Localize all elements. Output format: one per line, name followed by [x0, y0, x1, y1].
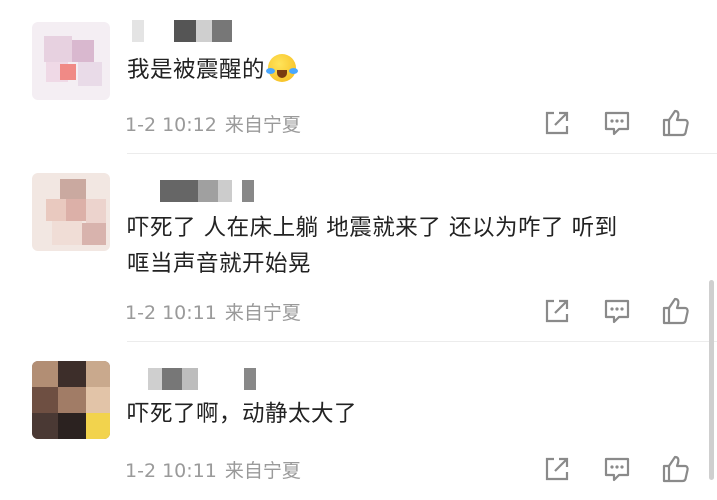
- comment-meta: 1-2 10:12 来自宁夏: [125, 110, 301, 137]
- divider: [127, 341, 717, 342]
- avatar[interactable]: [32, 361, 110, 439]
- share-icon[interactable]: [542, 454, 572, 484]
- avatar[interactable]: [32, 173, 110, 251]
- comment-text-line: 吓死了 人在床上躺 地震就来了 还以为咋了 听到: [127, 215, 618, 241]
- avatar[interactable]: [32, 22, 110, 100]
- like-icon[interactable]: [660, 296, 690, 326]
- comment-icon[interactable]: [602, 454, 632, 484]
- comment-meta: 1-2 10:11 来自宁夏: [125, 456, 301, 483]
- comment-icon[interactable]: [602, 108, 632, 138]
- comment-meta: 1-2 10:11 来自宁夏: [125, 298, 301, 325]
- comment-text: 我是被震醒的: [127, 52, 299, 88]
- like-icon[interactable]: [660, 108, 690, 138]
- comment-text: 吓死了 人在床上躺 地震就来了 还以为咋了 听到 哐当声音就开始晃: [127, 210, 618, 282]
- comment-location: 来自宁夏: [224, 302, 301, 324]
- share-icon[interactable]: [542, 108, 572, 138]
- comment-text-content: 吓死了啊，动静太大了: [127, 401, 358, 427]
- divider: [127, 153, 717, 154]
- comment-text-line: 哐当声音就开始晃: [127, 251, 312, 277]
- comment-actions: [540, 296, 700, 326]
- crying-laughing-emoji-icon: [266, 54, 299, 82]
- comment-location: 来自宁夏: [224, 460, 301, 482]
- comment-icon[interactable]: [602, 296, 632, 326]
- comment-actions: [540, 108, 700, 138]
- comment-actions: [540, 454, 700, 484]
- comment-time: 1-2 10:12: [125, 114, 217, 136]
- comment-time: 1-2 10:11: [125, 302, 217, 324]
- comment-location: 来自宁夏: [224, 114, 301, 136]
- comment-list: 我是被震醒的 1-2 10:12 来自宁夏 吓死了 人在床上躺 地震就来了 还以…: [0, 0, 717, 500]
- comment-text: 吓死了啊，动静太大了: [127, 396, 357, 432]
- comment-text-content: 我是被震醒的: [127, 57, 266, 83]
- comment-time: 1-2 10:11: [125, 460, 217, 482]
- like-icon[interactable]: [660, 454, 690, 484]
- share-icon[interactable]: [542, 296, 572, 326]
- scrollbar[interactable]: [709, 280, 714, 480]
